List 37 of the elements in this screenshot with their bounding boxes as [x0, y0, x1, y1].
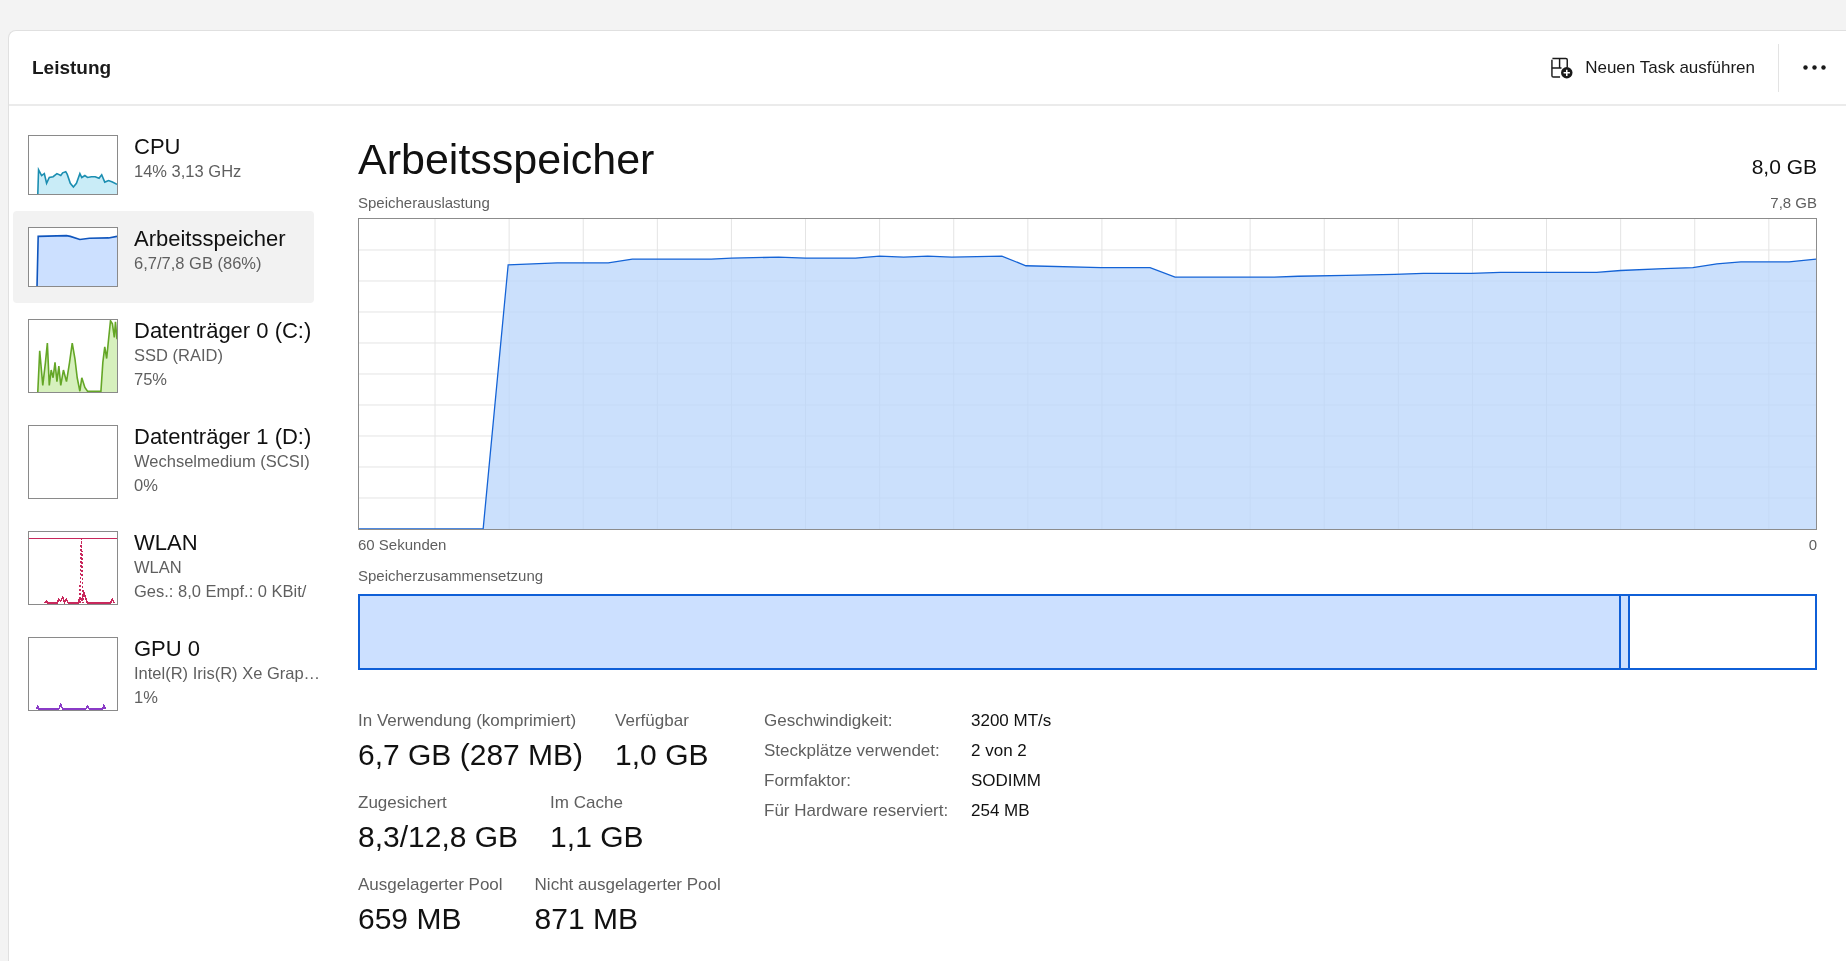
axis-label: 0	[1808, 536, 1817, 554]
capacity-value: 8,0 GB	[1751, 155, 1817, 179]
axis-label: 60 Sekunden	[358, 536, 447, 554]
stat-label: Verfügbar	[615, 710, 690, 732]
page-title: Leistung	[32, 56, 112, 79]
stat-label: Ausgelagerter Pool	[358, 874, 503, 896]
chart-label: Speicherauslastung	[358, 194, 490, 212]
stat-value: 6,7 GB (287 MB)	[358, 737, 584, 773]
stat-label: Zugesichert	[358, 792, 448, 814]
detail-value: 254 MB	[971, 800, 1031, 822]
stat-value: 1,0 GB	[615, 737, 709, 773]
detail-label: Formfaktor:	[764, 770, 852, 792]
empty-graph-icon	[28, 425, 118, 499]
stat-value: 1,1 GB	[550, 819, 644, 855]
detail-label: Steckplätze verwendet:	[764, 740, 941, 762]
chart-label: Speicherzusammensetzung	[358, 567, 544, 585]
sidebar-item[interactable]: Datenträger 1 (D:) Wechselmedium (SCSI) 0%	[13, 409, 314, 515]
detail-value: SODIMM	[971, 770, 1042, 792]
detail-label: Geschwindigkeit:	[764, 710, 894, 732]
stat-value: 871 MB	[534, 901, 639, 937]
detail-value: 2 von 2	[971, 740, 1028, 762]
more-icon	[1803, 65, 1826, 70]
chart-max-label: 7,8 GB	[1770, 194, 1817, 212]
window-plus-icon	[1550, 56, 1574, 79]
section-title: Arbeitsspeicher	[358, 134, 655, 185]
detail-value: 3200 MT/s	[971, 710, 1052, 732]
run-new-task-button[interactable]: Neuen Task ausführen	[1538, 48, 1767, 87]
stat-label: In Verwendung (komprimiert)	[358, 710, 578, 732]
sidebar-item[interactable]: CPU 14% 3,13 GHz	[13, 119, 314, 211]
sidebar-item[interactable]: Datenträger 0 (C:) SSD (RAID) 75%	[13, 303, 314, 409]
detail-label: Für Hardware reserviert:	[764, 800, 950, 822]
stat-label: Im Cache	[550, 792, 624, 814]
stat-value: 659 MB	[358, 901, 463, 937]
sidebar-item[interactable]: Arbeitsspeicher 6,7/7,8 GB (86%)	[13, 211, 314, 303]
stat-value: 8,3/12,8 GB	[358, 819, 519, 855]
stat-label: Nicht ausgelagerter Pool	[534, 874, 721, 896]
sidebar-item[interactable]: WLAN WLAN Ges.: 8,0 Empf.: 0 KBit/	[13, 515, 314, 621]
